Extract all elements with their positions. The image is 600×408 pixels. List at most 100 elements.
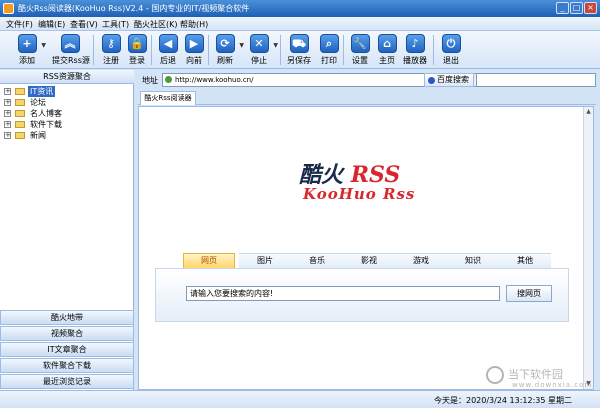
toolbar-divider [151,35,152,65]
refresh-label: 刷新 [217,56,233,65]
tab-recent-history[interactable]: 最近浏览记录 [0,374,134,389]
home-button[interactable]: ⌂ 主页 [372,34,402,67]
search-web-button[interactable]: 搜网页 [506,285,552,302]
menu-file[interactable]: 文件(F) [6,19,33,30]
refresh-button[interactable]: ⟳ 刷新 ▼ [210,34,244,67]
forward-arrow-icon: ▶ [184,34,204,53]
rss-sidebar: RSS资源聚合 + IT资讯 + 论坛 + 名人博客 + 软件下载 + 新闻 酷… [0,70,134,390]
chevron-down-icon[interactable]: ▼ [41,42,46,49]
expand-icon[interactable]: + [4,110,11,117]
tab-movies[interactable]: 影视 [343,253,395,268]
tree-item-software-download[interactable]: + 软件下载 [2,119,132,130]
baidu-paw-icon [428,77,435,84]
player-label: 播放器 [403,56,427,65]
menu-tools[interactable]: 工具(T) [102,19,129,30]
tab-other[interactable]: 其他 [499,253,551,268]
expand-icon[interactable]: + [4,88,11,95]
tab-images[interactable]: 图片 [239,253,291,268]
vertical-scrollbar[interactable]: ▲ ▼ [583,107,593,389]
stop-label: 停止 [251,56,267,65]
status-bar: 今天是：2020/3/24 13:12:35 星期二 [0,390,600,408]
music-note-icon: ♪ [405,34,425,53]
search-panel: 请输入您要搜索的内容! 搜网页 [155,268,569,322]
toolbar-divider [280,35,281,65]
tab-it-articles[interactable]: IT文章聚合 [0,342,134,357]
forward-label: 向前 [186,56,202,65]
stop-icon: ✕ [249,34,269,53]
print-button[interactable]: ⌕ 打印 [314,34,344,67]
folder-icon [15,99,25,106]
print-label: 打印 [321,56,337,65]
menu-edit[interactable]: 编辑(E) [38,19,65,30]
tab-knowledge[interactable]: 知识 [447,253,499,268]
stop-button[interactable]: ✕ 停止 ▼ [244,34,278,67]
login-label: 登录 [129,56,145,65]
forward-button[interactable]: ▶ 向前 [179,34,209,67]
expand-icon[interactable]: + [4,121,11,128]
search-category-tabs: 网页 图片 音乐 影视 游戏 知识 其他 [183,253,569,268]
tab-music[interactable]: 音乐 [291,253,343,268]
power-icon: ⏻ [441,34,461,53]
expand-icon[interactable]: + [4,99,11,106]
tree-item-forum[interactable]: + 论坛 [2,97,132,108]
chevron-down-icon[interactable]: ▼ [273,42,278,49]
baidu-search-button[interactable]: 百度搜索 [424,73,474,87]
document-tabstrip: 酷火Rss阅读器 [138,91,596,105]
web-search-input[interactable]: 请输入您要搜索的内容! [186,286,500,301]
tab-software-download[interactable]: 软件聚合下载 [0,358,134,373]
download-logo-icon [486,366,504,384]
tab-web[interactable]: 网页 [183,253,235,268]
folder-icon [15,121,25,128]
exit-button[interactable]: ⏻ 退出 [436,34,466,67]
player-button[interactable]: ♪ 播放器 [400,34,430,67]
search-icon: ⌕ [319,34,339,53]
add-label: 添加 [19,56,35,65]
submit-rss-button[interactable]: ︽ 提交Rss源 [52,34,90,67]
home-icon: ⌂ [377,34,397,53]
logo-en-text: KooHuo Rss [303,185,416,203]
tree-item-label: 新闻 [30,131,46,140]
key-icon: ⚷ [101,34,121,53]
globe-icon [165,76,172,83]
app-logo-icon [3,3,14,14]
submit-rss-label: 提交Rss源 [52,56,90,65]
menu-view[interactable]: 查看(V) [70,19,98,30]
menu-help[interactable]: 帮助(H) [180,19,208,30]
baidu-search-input[interactable] [476,73,596,87]
folder-icon [15,110,25,117]
watermark-url: www.downxia.com [512,381,593,389]
tree-item-celebrity-blogs[interactable]: + 名人博客 [2,108,132,119]
toolbar-divider [343,35,344,65]
close-button[interactable]: × [584,2,597,14]
expand-icon[interactable]: + [4,132,11,139]
maximize-button[interactable]: □ [570,2,583,14]
home-label: 主页 [379,56,395,65]
browser-content: 酷火 RSS KooHuo Rss 网页 图片 音乐 影视 游戏 知识 其他 请… [138,106,594,390]
toolbar-divider [433,35,434,65]
menu-community[interactable]: 酷火社区(K) [134,19,178,30]
tab-koohuo-zone[interactable]: 酷火地带 [0,310,134,325]
rss-tree: + IT资讯 + 论坛 + 名人博客 + 软件下载 + 新闻 [2,86,132,141]
tree-item-news[interactable]: + 新闻 [2,130,132,141]
sidebar-header: RSS资源聚合 [0,70,134,84]
watermark: 当下软件园 www.downxia.com [486,366,591,389]
settings-button[interactable]: 🔧 设置 [345,34,375,67]
save-as-button[interactable]: ⛟ 另保存 [284,34,314,67]
login-button[interactable]: 🔒 登录 [122,34,152,67]
back-arrow-icon: ◀ [158,34,178,53]
tab-video-aggregation[interactable]: 视频聚合 [0,326,134,341]
tab-koohuo-reader[interactable]: 酷火Rss阅读器 [140,91,196,105]
tree-item-label: IT资讯 [28,86,56,97]
baidu-search-label: 百度搜索 [437,75,469,84]
menu-bar: 文件(F) 编辑(E) 查看(V) 工具(T) 酷火社区(K) 帮助(H) [0,17,600,31]
minimize-button[interactable]: _ [556,2,569,14]
scroll-up-icon[interactable]: ▲ [584,107,593,117]
settings-label: 设置 [352,56,368,65]
lock-icon: 🔒 [127,34,147,53]
title-bar: 酷火Rss阅读器(KooHuo Rss)V2.4 - 国内专业的IT/视频聚合软… [0,0,600,17]
tab-games[interactable]: 游戏 [395,253,447,268]
folder-icon [15,88,25,95]
add-button[interactable]: + 添加 ▼ [12,34,46,67]
double-chevron-up-icon: ︽ [60,34,80,53]
tree-item-it-news[interactable]: + IT资讯 [2,86,132,97]
